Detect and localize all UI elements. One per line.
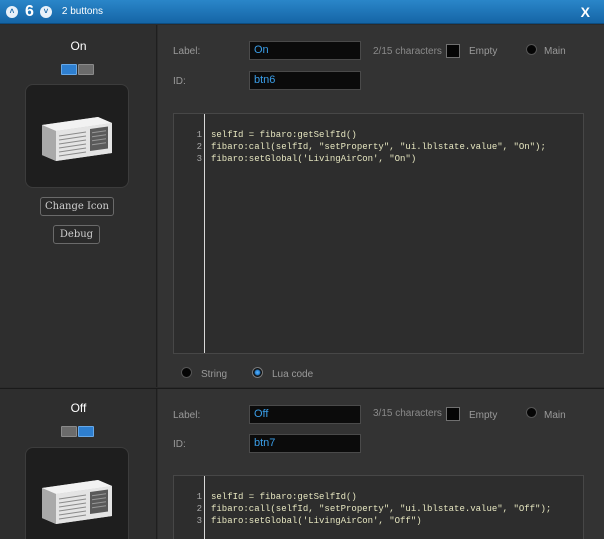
label-caption: Label:	[173, 410, 201, 421]
id-caption: ID:	[173, 76, 186, 87]
button-settings-panel: Label: On 2/15 characters Empty Main ID:…	[158, 25, 604, 387]
lua-mode-radio[interactable]	[252, 367, 263, 378]
change-icon-button[interactable]: Change Icon	[40, 197, 114, 216]
device-number: 6	[25, 2, 34, 20]
button-preview-panel: Off	[0, 389, 157, 539]
button-section-off: Off Label: Off 3/15 characters Empty Mai…	[0, 388, 604, 539]
window-title: 2 buttons	[61, 6, 104, 17]
chevron-up-icon[interactable]: ˄	[6, 5, 18, 18]
button-display-name: On	[70, 39, 87, 53]
air-conditioner-icon	[42, 480, 112, 524]
button-settings-panel: Label: Off 3/15 characters Empty Main ID…	[158, 389, 604, 539]
code-line: 1 selfId = fibaro:getSelfId()	[196, 130, 357, 140]
debug-button[interactable]: Debug	[53, 225, 100, 244]
id-caption: ID:	[173, 439, 186, 450]
empty-checkbox[interactable]	[446, 407, 460, 421]
code-line: 3 fibaro:setGlobal('LivingAirCon', "On")	[196, 154, 417, 164]
lua-mode-label: Lua code	[272, 369, 314, 380]
empty-label: Empty	[469, 46, 498, 57]
code-editor[interactable]: 1 selfId = fibaro:getSelfId() 2 fibaro:cal…	[173, 113, 584, 354]
toggle-left-segment[interactable]	[61, 426, 77, 437]
string-mode-label: String	[201, 369, 228, 380]
string-mode-radio[interactable]	[181, 367, 192, 378]
char-count: 3/15 characters	[373, 408, 442, 419]
toggle-right-segment[interactable]	[78, 426, 94, 437]
close-icon[interactable]: X	[581, 4, 590, 20]
toggle-right-segment[interactable]	[78, 64, 94, 75]
toggle-left-segment[interactable]	[61, 64, 77, 75]
device-icon-box[interactable]	[25, 447, 129, 539]
code-line: 2 fibaro:call(selfId, "setProperty", "ui.…	[196, 142, 546, 152]
state-toggle[interactable]	[61, 64, 94, 75]
window-titlebar: ˄ 6 ˅ 2 buttons X	[0, 0, 604, 24]
empty-label: Empty	[469, 410, 498, 421]
code-line: 2 fibaro:call(selfId, "setProperty", "ui.…	[196, 504, 552, 514]
main-radio[interactable]	[526, 407, 537, 418]
id-input[interactable]: btn7	[249, 434, 361, 453]
code-line: 3 fibaro:setGlobal('LivingAirCon', "Off")	[196, 516, 422, 526]
chevron-down-icon[interactable]: ˅	[39, 5, 52, 18]
state-toggle[interactable]	[61, 426, 94, 437]
label-input[interactable]: Off	[249, 405, 361, 424]
code-line: 1 selfId = fibaro:getSelfId()	[196, 492, 357, 502]
main-radio[interactable]	[526, 44, 537, 55]
main-label: Main	[544, 410, 566, 421]
code-editor[interactable]: 1 selfId = fibaro:getSelfId() 2 fibaro:cal…	[173, 475, 584, 539]
air-conditioner-icon	[42, 117, 112, 161]
empty-checkbox[interactable]	[446, 44, 460, 58]
char-count: 2/15 characters	[373, 46, 442, 57]
device-icon-box[interactable]	[25, 84, 129, 188]
id-input[interactable]: btn6	[249, 71, 361, 90]
label-caption: Label:	[173, 46, 201, 57]
button-preview-panel: On Change Icon Debug	[0, 25, 157, 387]
main-label: Main	[544, 46, 566, 57]
button-display-name: Off	[70, 401, 87, 415]
button-section-on: On Change Icon Debug Label: On 2/15 char…	[0, 25, 604, 387]
label-input[interactable]: On	[249, 41, 361, 60]
